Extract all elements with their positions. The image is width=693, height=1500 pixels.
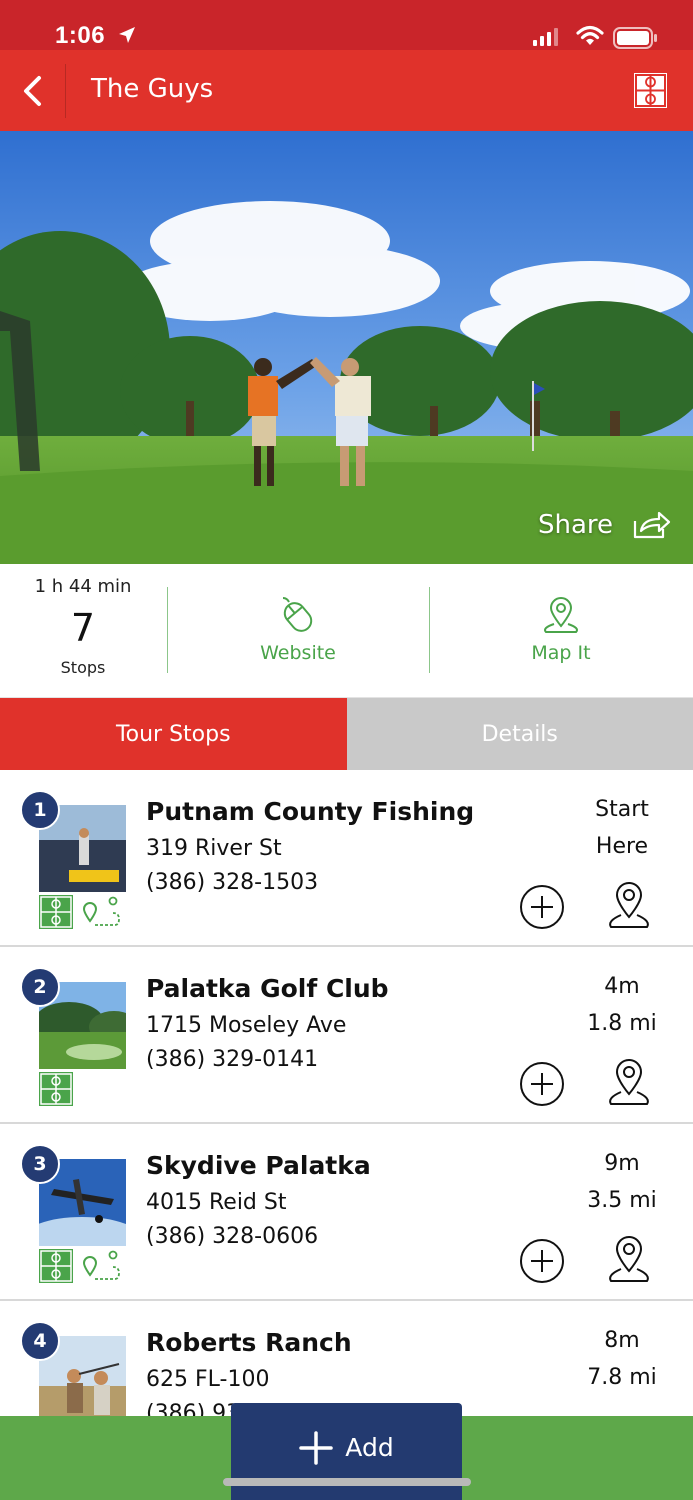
stop-time: 8m <box>604 1328 640 1353</box>
share-button[interactable]: Share <box>538 510 671 540</box>
tour-duration: 1 h 44 min <box>34 576 132 597</box>
stop-tags <box>39 1249 121 1283</box>
divider <box>429 587 430 673</box>
map-pin-icon[interactable] <box>605 1235 653 1285</box>
plus-circle-icon[interactable] <box>519 1061 565 1107</box>
status-time: 1:06 <box>55 22 106 49</box>
stop-number-badge: 3 <box>20 1144 60 1184</box>
location-arrow-icon <box>119 27 135 43</box>
tour-summary: 1 h 44 min 7 Stops Website Map It <box>0 564 693 698</box>
stop-address: 1715 Moseley Ave <box>146 1013 347 1038</box>
stop-distance: 3.5 mi <box>587 1188 657 1213</box>
page-title: The Guys <box>91 74 214 104</box>
plus-circle-icon[interactable] <box>519 1238 565 1284</box>
divider <box>167 587 168 673</box>
category-icon <box>39 1072 73 1106</box>
stop-tags <box>39 895 121 929</box>
list-item[interactable]: 3 Skydive Palatka 4015 Reid St (386) 328… <box>0 1124 693 1301</box>
tab-details[interactable]: Details <box>346 698 693 770</box>
route-icon <box>82 1250 120 1280</box>
map-pin-icon[interactable] <box>605 1058 653 1108</box>
mouse-icon <box>282 597 313 632</box>
map-it-label: Map It <box>531 642 591 664</box>
stop-number-badge: 2 <box>20 967 60 1007</box>
plus-circle-icon[interactable] <box>519 884 565 930</box>
wifi-icon <box>576 25 604 45</box>
share-label: Share <box>537 510 613 540</box>
status-bar: 1:06 <box>0 0 693 50</box>
category-icon <box>39 1249 73 1283</box>
stop-number-badge: 1 <box>20 790 60 830</box>
website-button[interactable]: Website <box>198 594 398 664</box>
stop-number-badge: 4 <box>20 1321 60 1361</box>
stop-phone[interactable]: (386) 329-0141 <box>146 1047 318 1072</box>
map-pin-icon <box>544 597 578 633</box>
stop-phone[interactable]: (386) 328-0606 <box>146 1224 318 1249</box>
map-pin-icon[interactable] <box>605 881 653 931</box>
stop-distance: Here <box>595 834 649 859</box>
stops-label: Stops <box>60 658 106 677</box>
stop-distance: 7.8 mi <box>587 1365 657 1390</box>
list-item[interactable]: 2 Palatka Golf Club 1715 Moseley Ave (38… <box>0 947 693 1124</box>
stop-name: Putnam County Fishing <box>146 797 475 826</box>
stops-count: 7 <box>70 606 96 650</box>
golf-course-photo <box>0 131 693 564</box>
stop-name: Roberts Ranch <box>146 1328 352 1357</box>
stop-address: 4015 Reid St <box>146 1190 287 1215</box>
stop-address: 625 FL-100 <box>146 1367 270 1392</box>
stop-name: Palatka Golf Club <box>146 974 389 1003</box>
stop-time: Start <box>595 797 649 822</box>
back-chevron-icon[interactable] <box>18 74 48 108</box>
share-icon <box>633 511 671 539</box>
stop-name: Skydive Palatka <box>146 1151 371 1180</box>
category-icon <box>39 895 73 929</box>
battery-icon <box>613 27 657 49</box>
stop-phone[interactable]: (386) 328-1503 <box>146 870 318 895</box>
route-icon <box>82 896 120 926</box>
website-label: Website <box>260 642 336 664</box>
stop-time: 4m <box>604 974 640 999</box>
nav-divider <box>65 64 66 118</box>
hero-image: Share <box>0 131 693 564</box>
home-indicator <box>223 1478 471 1486</box>
tab-tour-stops[interactable]: Tour Stops <box>0 698 347 770</box>
stop-time: 9m <box>604 1151 640 1176</box>
plus-icon <box>299 1430 334 1465</box>
signal-icon <box>533 28 558 46</box>
tab-bar: Tour Stops Details <box>0 698 693 770</box>
add-label: Add <box>345 1433 394 1462</box>
stop-tags <box>39 1072 73 1106</box>
map-it-button[interactable]: Map It <box>461 594 661 664</box>
list-item[interactable]: 1 Putnam County Fishing 319 River St (38… <box>0 770 693 947</box>
stop-distance: 1.8 mi <box>587 1011 657 1036</box>
app-logo-icon[interactable] <box>634 73 667 108</box>
stop-address: 319 River St <box>146 836 282 861</box>
nav-bar: The Guys <box>0 50 693 131</box>
